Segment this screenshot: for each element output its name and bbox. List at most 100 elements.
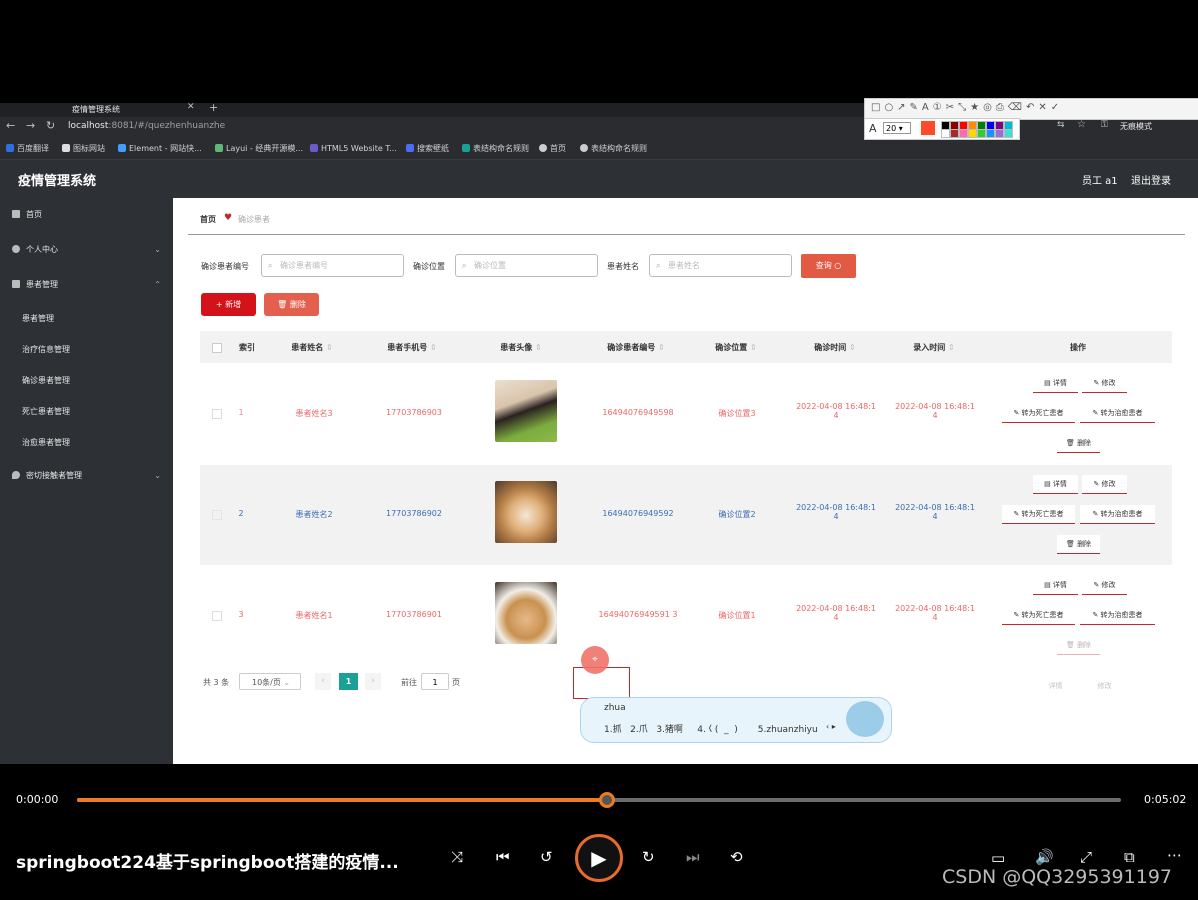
subtitles-icon[interactable]: ▭ <box>991 849 1005 867</box>
progress-handle[interactable] <box>599 792 615 808</box>
row-checkbox[interactable] <box>212 409 222 419</box>
more-options-icon[interactable]: ⋯ <box>1167 846 1182 864</box>
current-color-swatch[interactable] <box>921 121 935 135</box>
patient-number-input[interactable]: ⌕ 确诊患者编号 <box>261 254 404 277</box>
sidebar-subitem[interactable]: 患者管理 <box>22 313 54 324</box>
volume-icon[interactable]: 🔊 <box>1035 848 1054 866</box>
row-checkbox[interactable] <box>212 611 222 621</box>
bookmark-item[interactable]: 表结构命名规则 <box>580 139 647 159</box>
new-tab-icon[interactable]: + <box>209 101 218 114</box>
annotation-toolbar[interactable]: □○↗✎A①✂⤡★◎⎙⌫↶✕✓ <box>864 98 1198 120</box>
to-cured-button[interactable]: ✎ 转为治愈患者 <box>1080 505 1155 524</box>
page-size-select[interactable]: 10条/页 ⌄ <box>239 673 301 690</box>
row-delete-button[interactable]: 🗑 删除 <box>1057 636 1100 655</box>
to-dead-button[interactable]: ✎ 转为死亡患者 <box>1002 505 1075 524</box>
to-cured-button[interactable]: ✎ 转为治愈患者 <box>1080 606 1155 625</box>
select-all-checkbox[interactable] <box>212 343 222 353</box>
column-header-number[interactable]: 确诊患者编号 ⇕ <box>607 342 665 353</box>
column-header-confirm-time[interactable]: 确诊时间 ⇕ <box>814 342 856 353</box>
guest-mode-label[interactable]: 无痕模式 <box>1120 121 1152 132</box>
breadcrumb-home[interactable]: 首页 <box>200 214 216 225</box>
detail-button[interactable]: ▤ 详情 <box>1033 475 1078 494</box>
bookmark-item[interactable]: Element - 网站快... <box>118 139 202 159</box>
fullscreen-icon[interactable]: ⤢ <box>1080 848 1092 866</box>
bookmark-item[interactable]: 搜索壁纸 <box>406 139 449 159</box>
color-swatch[interactable] <box>977 129 986 138</box>
sidebar-item-close-contacts[interactable]: 密切接触者管理 ⌄ <box>0 468 173 484</box>
ime-page-arrows-icon[interactable]: ‹ ▸ <box>826 722 836 731</box>
bookmark-item[interactable]: HTML5 Website T... <box>310 139 397 159</box>
back-icon[interactable]: ← <box>6 119 15 132</box>
annotation-tools-icons[interactable]: □○↗✎A①✂⤡★◎⎙⌫↶✕✓ <box>871 102 1063 113</box>
page-number-current[interactable]: 1 <box>339 673 358 690</box>
patient-name-input[interactable]: ⌕ 患者姓名 <box>649 254 792 277</box>
row-delete-button[interactable]: 🗑 删除 <box>1057 434 1100 453</box>
translate-icon[interactable]: ⇆ <box>1057 120 1065 130</box>
key-icon[interactable]: ⚿ <box>1101 120 1108 130</box>
sidebar-item-home[interactable]: 首页 <box>0 207 173 223</box>
column-header-phone[interactable]: 患者手机号 ⇕ <box>387 342 437 353</box>
color-swatch[interactable] <box>959 129 968 138</box>
color-swatch[interactable] <box>941 129 950 138</box>
previous-icon[interactable]: ⏮ <box>496 848 510 866</box>
goto-page-input[interactable]: 1 <box>421 673 449 690</box>
forward-icon[interactable]: → <box>26 119 35 132</box>
forward-30-icon[interactable]: ↻ <box>642 848 655 866</box>
to-dead-button[interactable]: ✎ 转为死亡患者 <box>1002 606 1075 625</box>
next-page-button[interactable]: › <box>365 673 381 690</box>
repeat-off-icon[interactable]: ⟲ <box>730 848 743 866</box>
bookmark-item[interactable]: Layui - 经典开源模... <box>215 139 303 159</box>
column-header-name[interactable]: 患者姓名 ⇕ <box>291 342 333 353</box>
color-swatch[interactable] <box>986 129 995 138</box>
row-checkbox[interactable] <box>212 510 222 520</box>
avatar-girl[interactable] <box>495 380 557 442</box>
bookmark-item[interactable]: 百度翻译 <box>6 139 49 159</box>
color-swatch[interactable] <box>950 129 959 138</box>
edit-button[interactable]: ✎ 修改 <box>1082 576 1127 595</box>
detail-button[interactable]: ▤ 详情 <box>1033 374 1078 393</box>
to-cured-button[interactable]: ✎ 转为治愈患者 <box>1080 404 1155 423</box>
bookmark-item[interactable]: 图标网站 <box>62 139 105 159</box>
font-size-select[interactable]: 20 ▾ <box>883 122 911 134</box>
close-tab-icon[interactable]: ✕ <box>187 102 195 112</box>
text-tool-icon[interactable]: A <box>869 122 877 135</box>
avatar-cat[interactable] <box>495 582 557 644</box>
column-header-entry-time[interactable]: 录入时间 ⇕ <box>913 342 955 353</box>
shuffle-icon[interactable]: ⤨ <box>451 848 463 866</box>
sidebar-item-patient-management[interactable]: 患者管理 ⌃ <box>0 277 173 293</box>
location-input[interactable]: ⌕ 确诊位置 <box>455 254 598 277</box>
row-delete-button[interactable]: 🗑 删除 <box>1057 535 1100 554</box>
sidebar-subitem[interactable]: 确诊患者管理 <box>22 375 70 386</box>
url-field[interactable]: localhost:8081/#/quezhenhuanzhe <box>68 121 225 131</box>
edit-button[interactable]: ✎ 修改 <box>1082 374 1127 393</box>
reload-icon[interactable]: ↻ <box>46 119 55 132</box>
color-swatch[interactable] <box>995 129 1004 138</box>
ime-candidates[interactable]: 1.抓 2.爪 3.猪啊 4.𡿨( _ ) 5.zhuanzhiyu <box>604 722 818 735</box>
add-button[interactable]: + 新增 <box>201 293 256 316</box>
picture-in-picture-icon[interactable]: ⧉ <box>1124 848 1135 866</box>
play-button[interactable]: ▶ <box>575 834 623 882</box>
browser-tab-title[interactable]: 疫情管理系统 <box>72 104 120 115</box>
column-header-avatar[interactable]: 患者头像 ⇕ <box>500 342 542 353</box>
color-swatch[interactable] <box>968 129 977 138</box>
sidebar-subitem[interactable]: 治愈患者管理 <box>22 437 70 448</box>
annotation-style-panel[interactable]: A 20 ▾ <box>864 118 1020 140</box>
column-header-location[interactable]: 确诊位置 ⇕ <box>715 342 757 353</box>
bookmark-item[interactable]: 表结构命名规则 <box>462 139 529 159</box>
query-button[interactable]: 查询 ○ <box>801 254 856 278</box>
color-swatch[interactable] <box>1004 129 1013 138</box>
sidebar-subitem[interactable]: 治疗信息管理 <box>22 344 70 355</box>
avatar-shiba-dog[interactable] <box>495 481 557 543</box>
edit-button[interactable]: ✎ 修改 <box>1082 475 1127 494</box>
to-dead-button[interactable]: ✎ 转为死亡患者 <box>1002 404 1075 423</box>
detail-button-faded[interactable]: 详情 <box>1033 677 1078 695</box>
edit-button-faded[interactable]: 修改 <box>1082 677 1127 695</box>
delete-button[interactable]: 🗑 删除 <box>264 293 319 316</box>
prev-page-button[interactable]: ‹ <box>315 673 331 690</box>
sidebar-subitem[interactable]: 死亡患者管理 <box>22 406 70 417</box>
detail-button[interactable]: ▤ 详情 <box>1033 576 1078 595</box>
star-icon[interactable]: ☆ <box>1077 119 1086 130</box>
next-icon[interactable]: ⏭ <box>686 848 700 866</box>
rewind-10-icon[interactable]: ↺ <box>540 848 553 866</box>
logout-link[interactable]: 退出登录 <box>1131 172 1171 187</box>
